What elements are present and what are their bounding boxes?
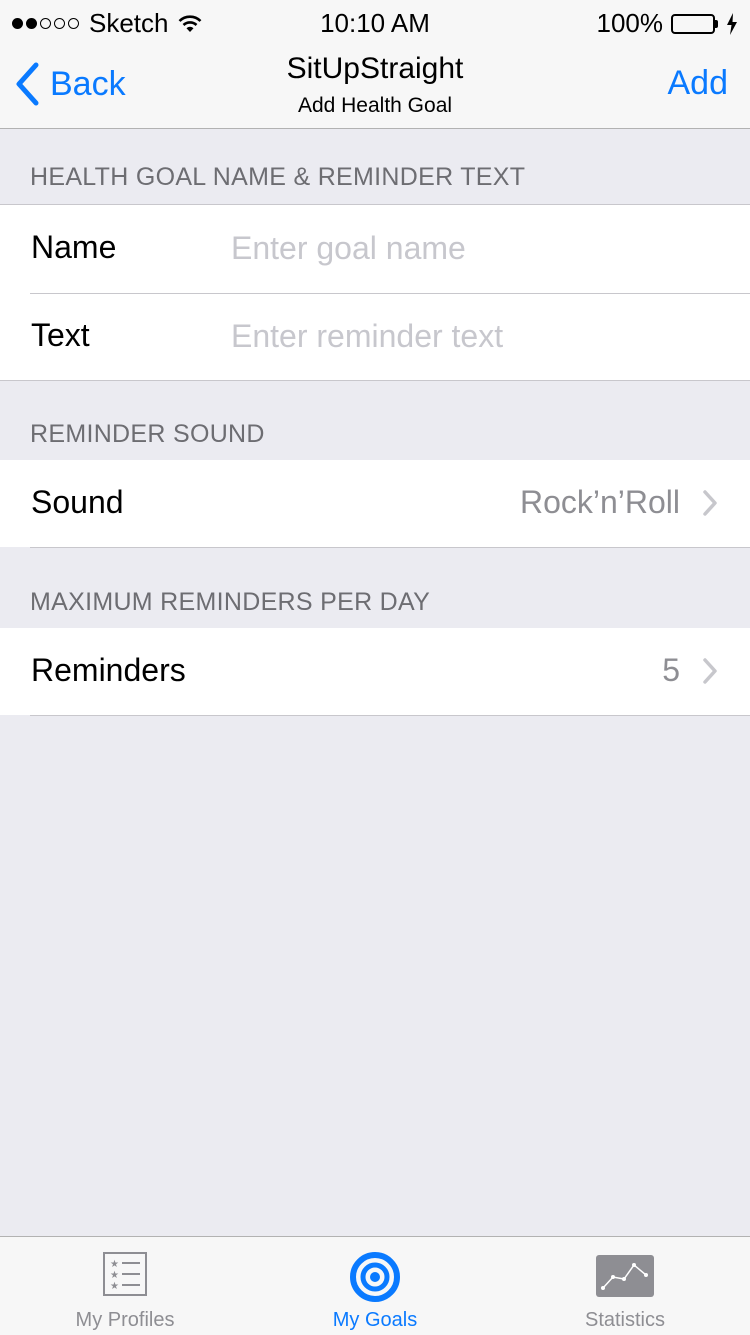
row-divider xyxy=(30,547,750,548)
chevron-right-icon xyxy=(702,658,718,689)
name-text-group: Name Text xyxy=(0,204,750,381)
svg-text:★: ★ xyxy=(110,1281,119,1292)
tab-bar: ★ ★ ★ My Profiles My Goals Statistics xyxy=(0,1236,750,1335)
goal-name-input[interactable] xyxy=(231,223,721,273)
text-label: Text xyxy=(31,317,90,353)
name-row: Name xyxy=(0,205,750,293)
chevron-right-icon xyxy=(702,490,718,521)
status-right: 100% xyxy=(597,8,739,39)
sound-label: Sound xyxy=(31,484,124,520)
page-title: SitUpStraight xyxy=(286,52,464,85)
sound-value: Rock’n’Roll xyxy=(519,484,680,520)
text-row: Text xyxy=(0,293,750,381)
svg-text:★: ★ xyxy=(110,1270,119,1281)
add-button[interactable]: Add xyxy=(668,64,729,103)
status-bar: Sketch 10:10 AM 100% xyxy=(0,0,750,40)
tab-my-profiles[interactable]: ★ ★ ★ My Profiles xyxy=(0,1237,250,1335)
sound-group: Sound Rock’n’Roll xyxy=(0,460,750,548)
name-label: Name xyxy=(31,229,117,265)
charging-bolt-icon xyxy=(726,12,738,35)
navigation-bar: Back SitUpStraight Add Health Goal Add xyxy=(0,40,750,129)
tab-label: Statistics xyxy=(584,1309,666,1331)
reminders-label: Reminders xyxy=(31,652,186,688)
page-subtitle: Add Health Goal xyxy=(297,94,453,117)
battery-percent: 100% xyxy=(596,8,664,38)
tab-label: My Profiles xyxy=(75,1309,175,1331)
tab-statistics[interactable]: Statistics xyxy=(500,1237,750,1335)
tab-label: My Goals xyxy=(332,1309,418,1331)
sound-row[interactable]: Sound Rock’n’Roll xyxy=(0,460,750,548)
section-header-reminders: MAXIMUM REMINDERS PER DAY xyxy=(30,588,431,616)
svg-text:★: ★ xyxy=(110,1259,119,1270)
section-header-name-text: HEALTH GOAL NAME & REMINDER TEXT xyxy=(30,163,526,191)
tab-my-goals[interactable]: My Goals xyxy=(250,1237,500,1335)
target-icon xyxy=(250,1251,500,1303)
row-divider xyxy=(30,715,750,716)
reminders-value: 5 xyxy=(662,652,680,688)
reminder-text-input[interactable] xyxy=(231,311,721,361)
reminders-group: Reminders 5 xyxy=(0,628,750,716)
list-icon: ★ ★ ★ xyxy=(0,1251,250,1297)
chart-icon xyxy=(500,1251,750,1297)
reminders-row[interactable]: Reminders 5 xyxy=(0,628,750,716)
battery-icon xyxy=(671,13,718,34)
section-header-sound: REMINDER SOUND xyxy=(30,420,265,448)
